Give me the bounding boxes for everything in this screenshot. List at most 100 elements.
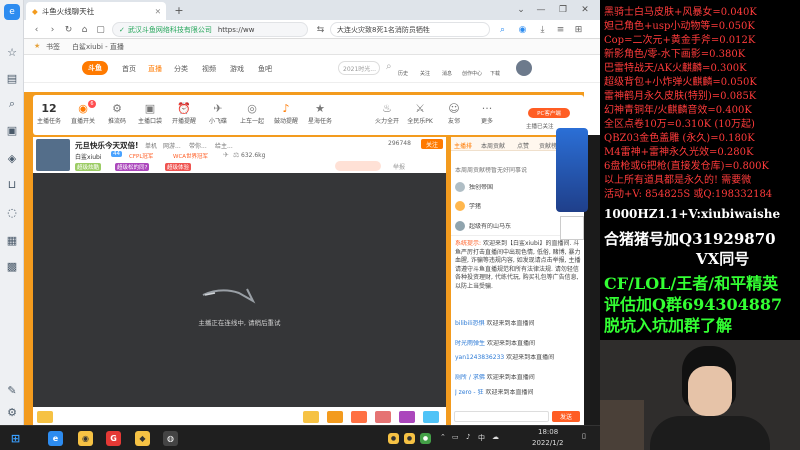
back-icon[interactable]: ‹ [30, 23, 43, 36]
nav-live[interactable]: 直播 [148, 64, 162, 74]
game-app-icon[interactable]: G [106, 431, 121, 446]
gift-item[interactable] [423, 411, 439, 423]
tool-firepower[interactable]: ♨ 火力全开 [374, 102, 400, 125]
nav-video[interactable]: 视频 [202, 64, 216, 74]
tool-stream-key[interactable]: ⚙ 推流码 [104, 102, 130, 125]
refresh-icon[interactable]: ↻ [62, 23, 75, 36]
gift-item[interactable] [351, 411, 367, 423]
tool-ufo[interactable]: ✈ 小飞碟 [205, 102, 231, 125]
gift-item[interactable] [375, 411, 391, 423]
pc-client-button[interactable]: PC客户端 [528, 108, 570, 118]
douyu-logo[interactable]: 斗鱼 [82, 61, 108, 75]
user-menu-history[interactable]: 历史 [398, 70, 408, 77]
viewer-avatar[interactable] [455, 201, 465, 211]
tab-like[interactable]: 点赞 [517, 141, 529, 150]
tab-contribution[interactable]: 贡献榜 [539, 141, 557, 150]
minimize-icon[interactable]: — [534, 3, 548, 17]
clock-time[interactable]: 18:08 [538, 428, 558, 436]
grid-icon[interactable]: ⊞ [572, 23, 585, 36]
user-avatar[interactable] [516, 60, 532, 76]
tool-ride-together[interactable]: ◎ 上车一起 [239, 102, 265, 125]
download-icon[interactable]: ⤓ [536, 23, 549, 36]
user-menu-message[interactable]: 消息 [442, 70, 452, 77]
tool-live-reminder[interactable]: ⏰ 开播提醒 [171, 102, 197, 125]
bookmark-label[interactable]: 书签 [46, 42, 60, 52]
browser-logo-icon[interactable]: e [4, 4, 20, 20]
menu-icon[interactable]: ≡ [554, 23, 567, 36]
tool-anchor-task[interactable]: 12 主播任务 [36, 102, 62, 125]
browser-tab-active[interactable]: ◆ 斗鱼火线聊天社 ✕ [26, 2, 166, 20]
clock-date[interactable]: 2022/1/2 [532, 439, 563, 447]
streamer-name[interactable]: 白鲨xiubi [75, 152, 102, 161]
nav-games[interactable]: 游戏 [230, 64, 244, 74]
home-icon[interactable]: ⌂ [78, 23, 91, 36]
share-icon[interactable]: ⇆ [314, 23, 327, 36]
chat-user[interactable]: yan1243836233 [455, 354, 504, 361]
url-input[interactable]: ✓ 武汉斗鱼网络科技有限公司 https://ww [112, 22, 308, 37]
history-icon[interactable]: ▣ [4, 122, 20, 138]
search-go-icon[interactable]: ⌕ [496, 23, 509, 36]
report-link[interactable]: 举报 [393, 162, 405, 171]
pen-icon[interactable]: ✎ [4, 382, 20, 398]
forward-icon[interactable]: › [46, 23, 59, 36]
maximize-icon[interactable]: ❐ [556, 3, 570, 17]
bookmark-tab-item[interactable]: 白鲨xiubi - 直播 [72, 42, 124, 52]
new-tab-icon[interactable]: + [172, 3, 186, 17]
volume-icon[interactable]: ♪ [466, 433, 470, 441]
app-icon[interactable]: ▩ [4, 258, 20, 274]
follow-button[interactable]: 关注 [421, 139, 443, 149]
gift-item[interactable] [37, 411, 53, 423]
settings-icon[interactable]: ⚙ [4, 404, 20, 420]
close-tab-icon[interactable]: ✕ [155, 7, 161, 16]
windows-start-icon[interactable]: ⊞ [8, 431, 23, 446]
chat-icon[interactable]: ◌ [4, 204, 20, 220]
ime-indicator[interactable]: 中 [478, 433, 485, 443]
media-app-icon[interactable]: ◍ [163, 431, 178, 446]
share-icon-small[interactable]: ✈ [223, 151, 229, 159]
viewer-name[interactable]: 超级有的山马东 [469, 223, 569, 232]
tool-more[interactable]: ··· 更多 [474, 102, 500, 125]
chat-user[interactable]: 时光雨弹生 [455, 340, 485, 347]
close-window-icon[interactable]: ✕ [578, 3, 592, 17]
tray-app-icon[interactable]: ● [420, 433, 431, 444]
gift-item[interactable] [303, 411, 319, 423]
tool-star-task[interactable]: ★ 星海任务 [307, 102, 333, 125]
star-icon[interactable]: ☆ [4, 44, 20, 60]
chat-user[interactable]: 厕所 / 求佛 [455, 374, 485, 381]
nav-category[interactable]: 分类 [174, 64, 188, 74]
nav-yuba[interactable]: 鱼吧 [258, 64, 272, 74]
douyu-app-icon[interactable]: ◆ [135, 431, 150, 446]
send-button[interactable]: 发送 [552, 411, 580, 422]
tab-list-icon[interactable]: ⌄ [514, 3, 528, 17]
tray-app-icon[interactable]: ● [388, 433, 399, 444]
user-menu-follow[interactable]: 关注 [420, 70, 430, 77]
douyu-search-input[interactable]: 2021时光... [338, 61, 380, 75]
viewer-avatar[interactable] [455, 182, 465, 192]
extension-icon[interactable]: ◉ [516, 23, 529, 36]
news-search-box[interactable]: 大连火灾致8死1名消防员牺牲 [330, 22, 490, 37]
chat-input[interactable] [454, 411, 549, 422]
tool-friends[interactable]: ☺ 友邻 [441, 102, 467, 125]
tool-encourage[interactable]: ♪ 鼓动提醒 [273, 102, 299, 125]
room-tag[interactable]: 网游... [163, 141, 181, 150]
chat-user[interactable]: bilibili恐惧 [455, 320, 485, 327]
gift-item[interactable] [327, 411, 343, 423]
cart-icon[interactable]: ⊔ [4, 176, 20, 192]
tabs-icon[interactable]: ▢ [94, 23, 107, 36]
viewer-avatar[interactable] [455, 221, 465, 231]
yellow-app-icon[interactable]: ◉ [78, 431, 93, 446]
nav-home[interactable]: 首页 [122, 64, 136, 74]
streamer-avatar[interactable] [36, 139, 70, 171]
user-menu-creator[interactable]: 创作中心 [462, 70, 482, 77]
notes-icon[interactable]: ▦ [4, 232, 20, 248]
cloud-icon[interactable]: ☁ [492, 433, 499, 441]
tab-rank[interactable]: 主播排 [454, 141, 472, 150]
qr-code-icon[interactable] [560, 216, 584, 240]
reader-icon[interactable]: ▤ [4, 70, 20, 86]
room-tag[interactable]: 带你... [189, 141, 207, 150]
viewer-name[interactable]: 独创帝国 [469, 184, 569, 193]
viewer-name[interactable]: 学猪 [469, 203, 569, 212]
search-icon[interactable]: ⌕ [4, 96, 20, 112]
video-player[interactable]: 主播正在连线中, 请稍后重试 [33, 173, 446, 407]
promo-side-banner[interactable] [556, 128, 588, 212]
